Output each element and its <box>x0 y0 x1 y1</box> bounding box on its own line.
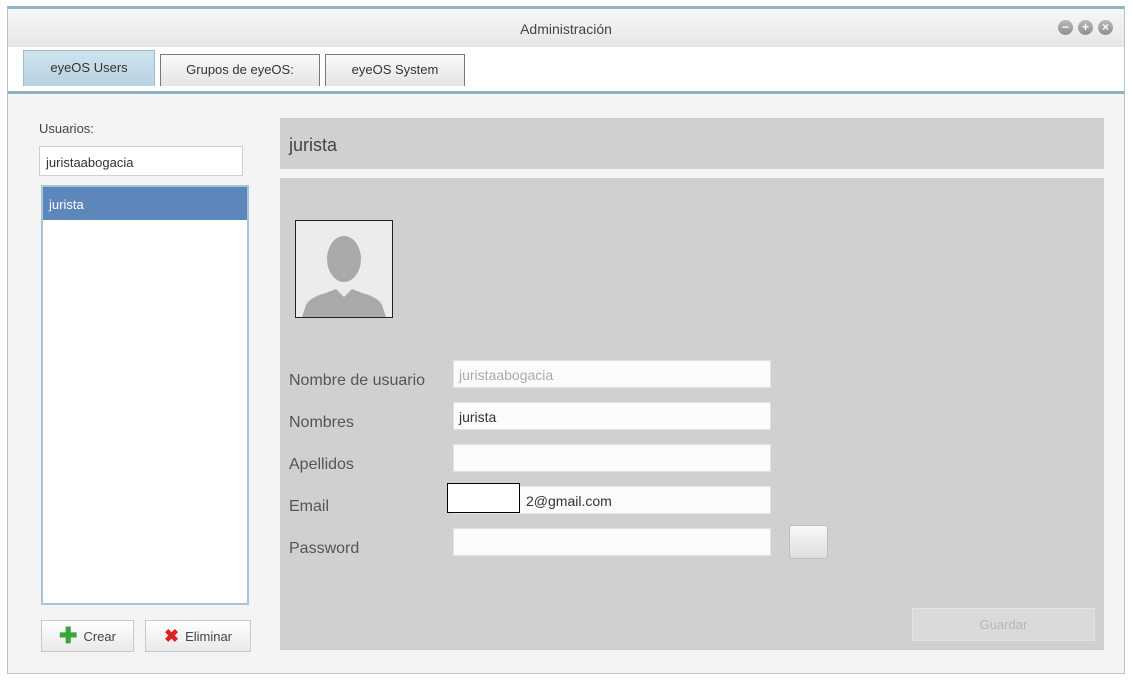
users-label: Usuarios: <box>39 121 94 136</box>
user-form-panel: Nombre de usuario juristaabogacia Nombre… <box>280 178 1104 650</box>
window-title: Administración <box>520 21 612 37</box>
delete-user-button[interactable]: ✖ Eliminar <box>145 620 251 652</box>
redaction-box <box>447 483 520 513</box>
username-label: Nombre de usuario <box>289 372 426 389</box>
close-icon[interactable]: × <box>1098 20 1113 35</box>
username-field: juristaabogacia <box>453 360 771 388</box>
surnames-field[interactable] <box>453 444 771 472</box>
content-area: Usuarios: juristaabogacia jurista ✚ Crea… <box>8 94 1124 673</box>
delete-x-icon: ✖ <box>163 626 180 646</box>
tab-eyeos-groups[interactable]: Grupos de eyeOS: <box>160 54 320 86</box>
user-list[interactable]: jurista <box>41 185 249 605</box>
selected-user-name: jurista <box>289 135 338 155</box>
user-avatar[interactable] <box>295 220 393 318</box>
plus-icon: ✚ <box>59 623 78 648</box>
avatar-silhouette-icon <box>296 221 392 317</box>
password-action-button[interactable] <box>789 525 828 559</box>
surnames-label: Apellidos <box>289 456 354 473</box>
user-header-panel: jurista <box>280 118 1104 169</box>
user-search-input[interactable]: juristaabogacia <box>39 146 243 176</box>
names-field[interactable]: jurista <box>453 402 771 430</box>
create-button-label: Crear <box>83 628 116 644</box>
maximize-icon[interactable]: + <box>1078 20 1093 35</box>
save-button[interactable]: Guardar <box>912 608 1095 641</box>
title-bar[interactable]: Administración − + × <box>8 9 1124 47</box>
minimize-icon[interactable]: − <box>1058 20 1073 35</box>
password-field[interactable] <box>453 528 771 556</box>
user-list-item[interactable]: jurista <box>43 187 247 220</box>
tab-bar: eyeOS Users Grupos de eyeOS: eyeOS Syste… <box>8 47 1124 94</box>
delete-button-label: Eliminar <box>185 628 233 644</box>
names-label: Nombres <box>289 414 354 431</box>
create-user-button[interactable]: ✚ Crear <box>41 620 134 652</box>
tab-eyeos-system[interactable]: eyeOS System <box>325 54 465 86</box>
password-label: Password <box>289 540 360 557</box>
tab-eyeos-users[interactable]: eyeOS Users <box>23 50 155 86</box>
email-label: Email <box>289 498 330 515</box>
administration-window: Administración − + × eyeOS Users Grupos … <box>7 6 1125 674</box>
